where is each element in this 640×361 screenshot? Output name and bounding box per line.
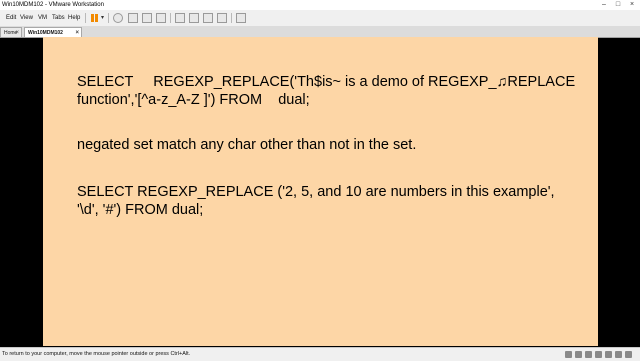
tab-vm[interactable]: Win10MDM102 × [24,27,82,37]
unity-icon[interactable] [217,13,227,23]
menu-help[interactable]: Help [68,10,80,26]
tab-label: Win10MDM102 [28,30,63,36]
usb-icon[interactable] [595,351,602,358]
slide-line: SELECT REGEXP_REPLACE ('2, 5, and 10 are… [77,184,555,200]
minimize-button[interactable]: – [597,0,611,10]
window-title: Win10MDM102 - VMware Workstation [2,2,104,8]
chevron-down-icon[interactable]: ▾ [101,13,104,23]
printer-icon[interactable] [615,351,622,358]
slide-line: '\d', '#') FROM dual; [77,202,204,218]
slide-line: SELECT REGEXP_REPLACE('Th$is~ is a demo … [77,74,576,90]
snapshot-icon[interactable] [128,13,138,23]
tab-home[interactable]: Home × [0,27,22,37]
toolbar-separator [85,13,86,23]
display-icon[interactable] [625,351,632,358]
status-message: To return to your computer, move the mou… [2,351,191,357]
console-view-icon[interactable] [236,13,246,23]
snapshot-manager-icon[interactable] [156,13,166,23]
close-button[interactable]: × [625,0,639,10]
status-bar: To return to your computer, move the mou… [0,347,640,361]
revert-snapshot-icon[interactable] [142,13,152,23]
fullscreen-icon[interactable] [203,13,213,23]
send-ctrl-alt-del-icon[interactable] [113,13,123,23]
close-icon[interactable]: × [15,28,19,38]
sound-icon[interactable] [605,351,612,358]
menu-bar: Edit View VM Tabs Help ▾ [0,10,640,27]
library-icon[interactable] [175,13,185,23]
toolbar-separator [108,13,109,23]
cd-drive-icon[interactable] [575,351,582,358]
toolbar-separator [231,13,232,23]
thumbnail-icon[interactable] [189,13,199,23]
maximize-button[interactable]: □ [611,0,625,10]
pause-icon[interactable] [90,13,100,23]
slide-line: function','[^a-z_A-Z ]') FROM dual; [77,92,310,108]
network-icon[interactable] [585,351,592,358]
menu-tabs[interactable]: Tabs [52,10,65,26]
slide-line: negated set match any char other than no… [77,137,417,153]
slide-content: SELECT REGEXP_REPLACE('Th$is~ is a demo … [43,37,598,346]
menu-edit[interactable]: Edit [6,10,16,26]
toolbar-separator [170,13,171,23]
title-bar: Win10MDM102 - VMware Workstation – □ × [0,0,640,10]
menu-vm[interactable]: VM [38,10,47,26]
hard-disk-icon[interactable] [565,351,572,358]
menu-view[interactable]: View [20,10,33,26]
